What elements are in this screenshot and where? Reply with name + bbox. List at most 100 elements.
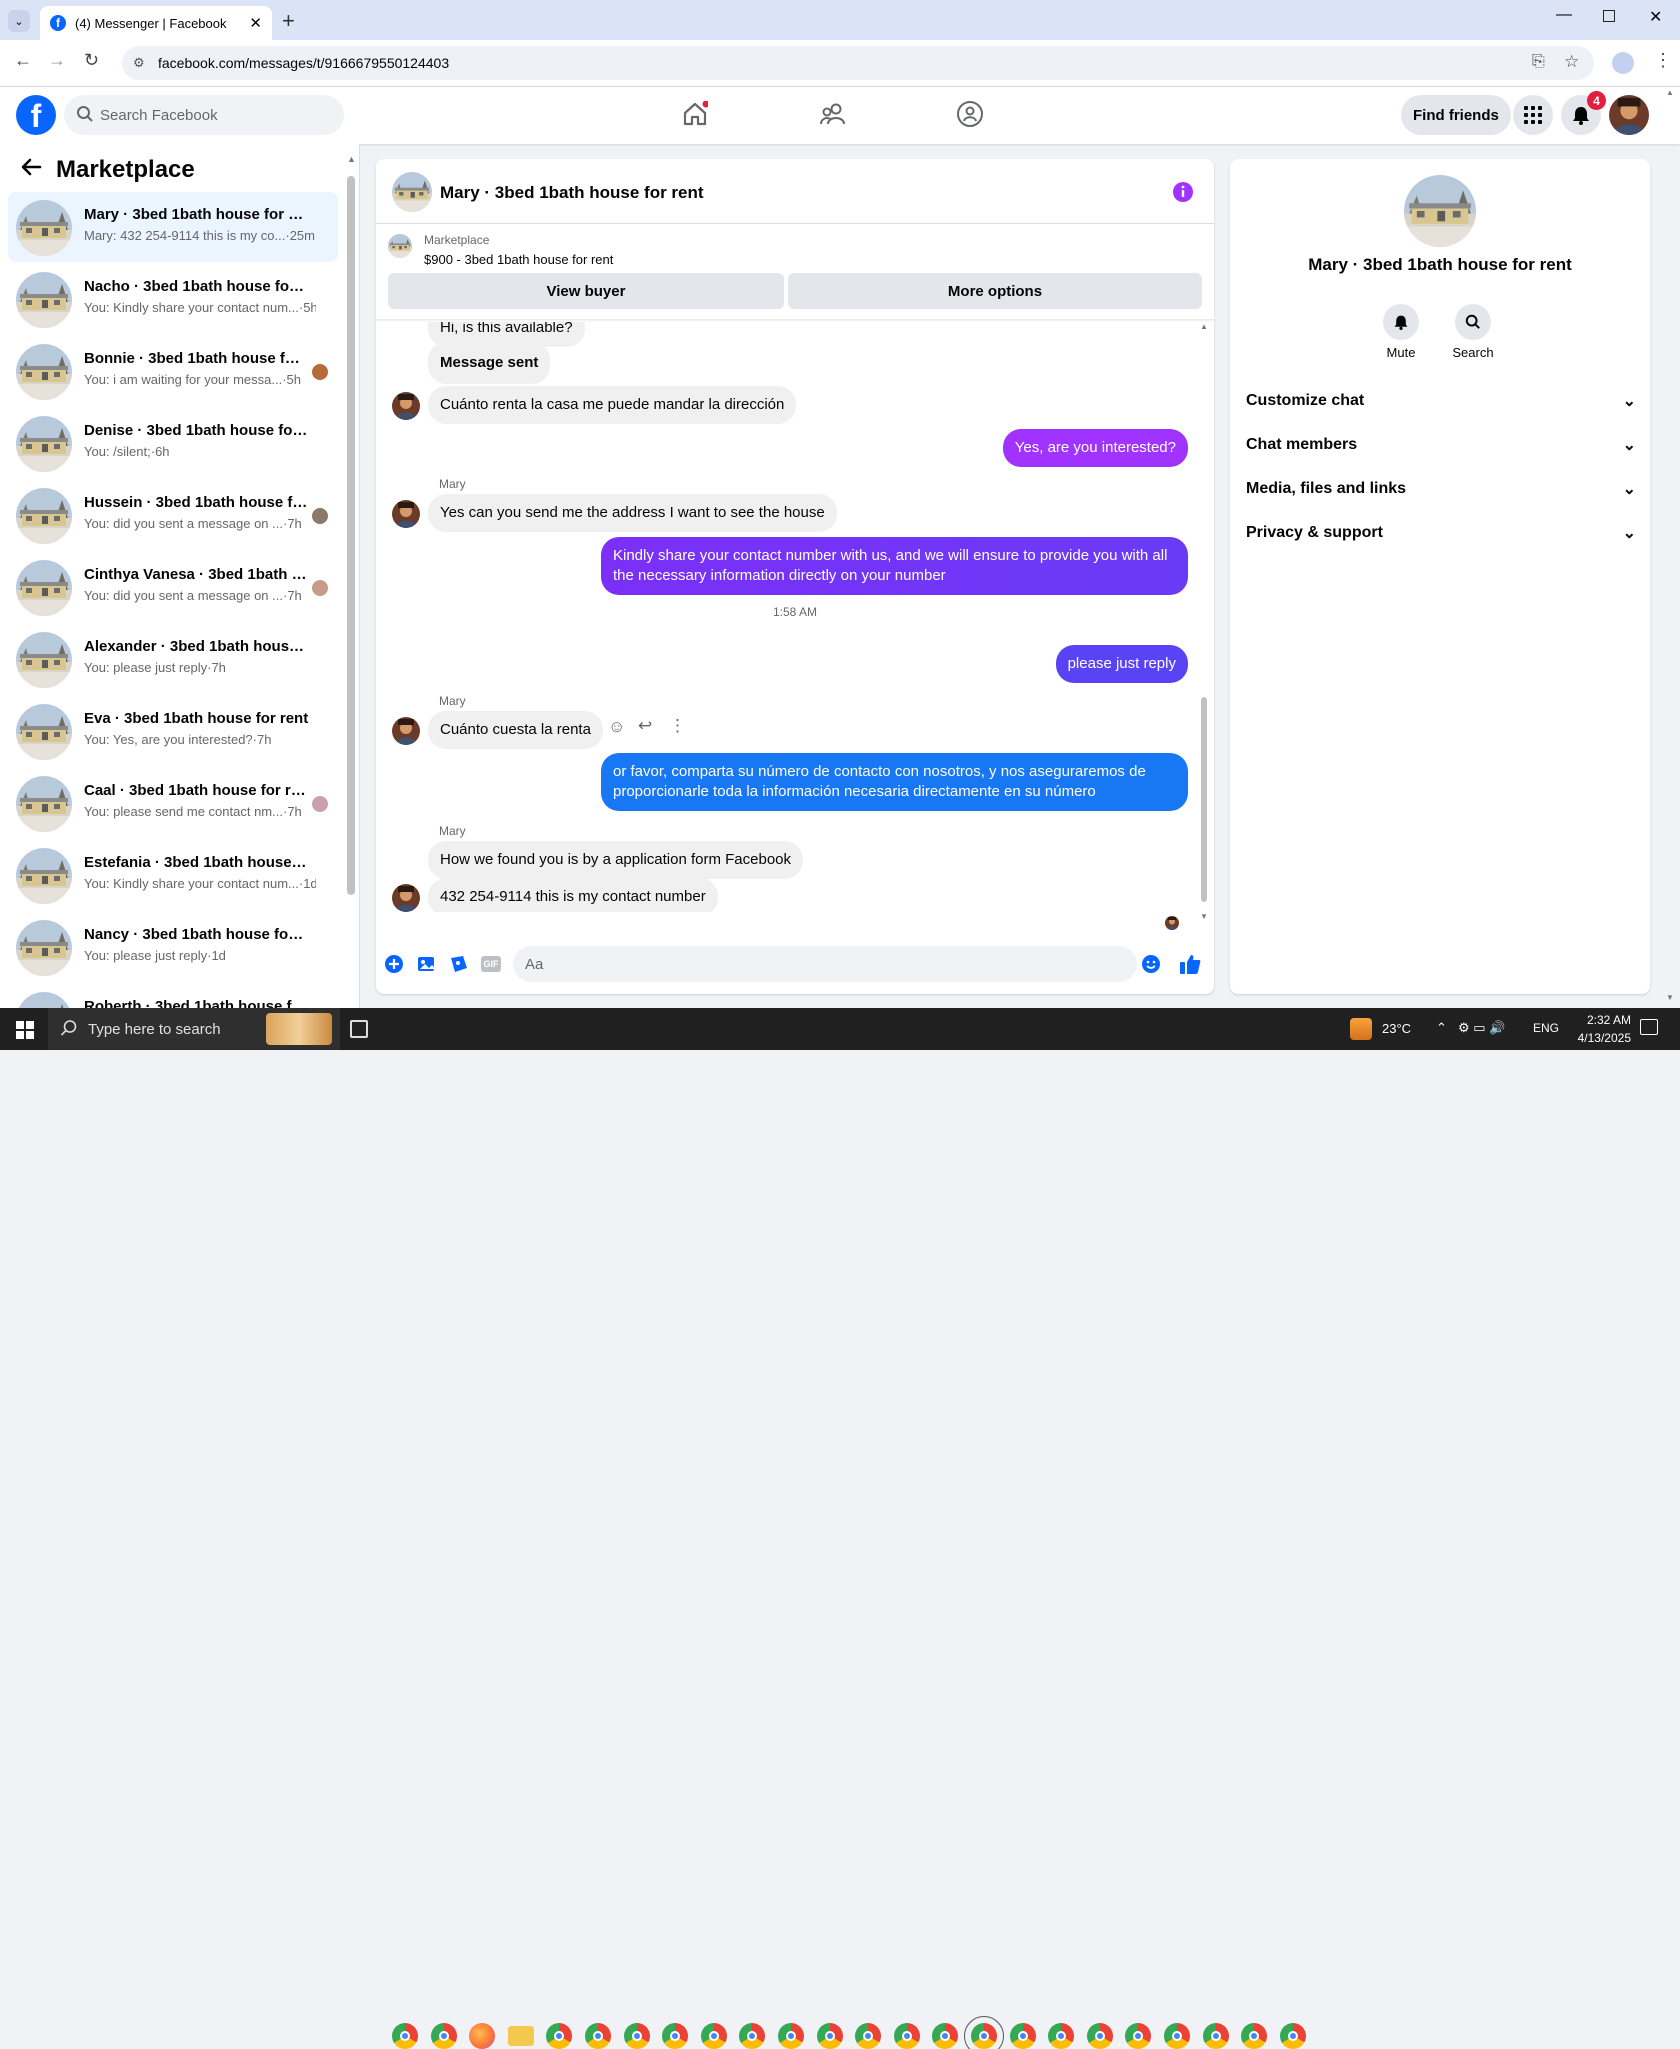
chrome-icon[interactable] [778, 2023, 804, 2049]
conversation-item[interactable]: Nacho · 3bed 1bath house for rent You: Ki… [8, 264, 338, 334]
message-sent-bubble[interactable]: Message sent [428, 342, 551, 384]
message-bubble-outgoing[interactable]: Kindly share your contact number with us… [601, 537, 1188, 595]
message-bubble-incoming[interactable]: How we found you is by a application for… [428, 841, 804, 879]
conversation-item[interactable]: Alexander · 3bed 1bath house fo... You: p… [8, 624, 338, 694]
account-avatar[interactable] [1609, 95, 1649, 135]
thread-scrollbar[interactable]: ▲ ▼ [1200, 322, 1208, 922]
chrome-icon[interactable] [392, 2023, 418, 2049]
back-arrow-icon[interactable] [20, 156, 42, 178]
search-label[interactable]: Search [1433, 345, 1513, 360]
chrome-icon[interactable] [1009, 2023, 1036, 2049]
sender-avatar[interactable] [392, 500, 420, 528]
firefox-icon[interactable] [469, 2023, 496, 2049]
windows-start-icon[interactable] [16, 1021, 34, 1039]
chat-avatar[interactable] [392, 172, 432, 212]
show-hidden-icons-chevron-icon[interactable]: ⌃ [1436, 1020, 1447, 1036]
chrome-icon[interactable] [662, 2023, 689, 2049]
site-info-icon[interactable]: ⚙ [133, 55, 145, 71]
message-bubble-outgoing[interactable]: Yes, are you interested? [1002, 429, 1188, 467]
facebook-search-input[interactable]: Search Facebook [64, 95, 344, 135]
reply-icon[interactable]: ↩ [638, 716, 652, 736]
chrome-icon[interactable] [855, 2023, 882, 2049]
conversation-item[interactable]: Caal · 3bed 1bath house for rent You: ple… [8, 768, 338, 838]
chrome-icon[interactable] [1048, 2023, 1075, 2049]
conversation-item[interactable]: Denise · 3bed 1bath house for re... You: … [8, 408, 338, 478]
chrome-icon[interactable] [585, 2023, 611, 2049]
mute-label[interactable]: Mute [1361, 345, 1441, 360]
listing-title[interactable]: $900 - 3bed 1bath house for rent [424, 252, 613, 267]
chrome-icon[interactable] [1164, 2023, 1190, 2049]
chrome-icon[interactable] [1279, 2023, 1306, 2049]
emoji-icon[interactable] [1141, 954, 1161, 974]
chrome-icon[interactable] [964, 2016, 1004, 2049]
mute-bell-icon[interactable] [1383, 304, 1419, 340]
sidebar-scrollbar[interactable]: ▲ [347, 154, 356, 1008]
back-button[interactable]: ← [14, 50, 32, 71]
chrome-icon[interactable] [546, 2023, 573, 2049]
photo-icon[interactable] [417, 954, 437, 974]
weather-icon[interactable] [1350, 1018, 1372, 1040]
install-app-icon[interactable]: ⎘ [1532, 53, 1545, 71]
home-icon[interactable] [682, 101, 708, 127]
reload-button[interactable]: ↻ [84, 50, 99, 71]
conversation-item[interactable]: Estefania · 3bed 1bath house for... You: … [8, 840, 338, 910]
conversation-item[interactable]: Mary · 3bed 1bath house for rent Mary: 43… [8, 192, 338, 262]
message-input[interactable]: Aa [513, 946, 1137, 982]
sender-avatar[interactable] [392, 717, 420, 745]
tab-close-icon[interactable]: ✕ [249, 14, 262, 32]
language-indicator[interactable]: ENG [1533, 1021, 1559, 1035]
task-view-icon[interactable] [350, 1020, 368, 1038]
chat-title[interactable]: Mary · 3bed 1bath house for rent [440, 183, 704, 203]
chrome-icon[interactable] [1241, 2023, 1268, 2049]
react-emoji-icon[interactable]: ☺ [608, 717, 625, 737]
gif-icon[interactable]: GIF [481, 956, 501, 972]
window-close-button[interactable]: ✕ [1649, 7, 1662, 27]
address-bar[interactable]: ⚙ facebook.com/messages/t/91666795501244… [122, 46, 1594, 80]
chrome-icon[interactable] [1086, 2023, 1113, 2049]
view-buyer-button[interactable]: View buyer [388, 273, 784, 309]
message-bubble-incoming[interactable]: Cuánto cuesta la renta [428, 711, 603, 749]
sender-avatar[interactable] [392, 884, 420, 912]
find-friends-button[interactable]: Find friends [1401, 95, 1511, 135]
conversation-item[interactable]: Bonnie · 3bed 1bath house for... You: i a… [8, 336, 338, 406]
chrome-icon[interactable] [623, 2023, 650, 2049]
bookmark-star-icon[interactable]: ☆ [1564, 52, 1579, 72]
info-avatar[interactable] [1404, 175, 1476, 247]
page-scrollbar[interactable]: ▲ ▼ [1666, 88, 1676, 1008]
message-bubble-incoming[interactable]: Cuánto renta la casa me puede mandar la … [428, 386, 797, 424]
chrome-icon[interactable] [700, 2023, 727, 2049]
profile-icon[interactable] [1612, 52, 1634, 74]
chrome-icon[interactable] [1202, 2023, 1229, 2049]
message-bubble-outgoing[interactable]: please just reply [1055, 645, 1188, 683]
conversation-item[interactable]: Nancy · 3bed 1bath house for rent You: pl… [8, 912, 338, 982]
info-search-icon[interactable] [1455, 304, 1491, 340]
media-files-links-section[interactable]: Media, files and links ⌄ [1246, 469, 1636, 509]
more-actions-icon[interactable]: ⋮ [669, 716, 686, 736]
system-tray-icons[interactable]: ⚙ ▭ 🔊 [1458, 1020, 1505, 1036]
add-plus-icon[interactable] [384, 954, 404, 974]
clock-time[interactable]: 2:32 AM [1571, 1013, 1631, 1027]
conversation-item[interactable]: Eva · 3bed 1bath house for rent You: Yes,… [8, 696, 338, 766]
message-bubble-incoming[interactable]: Yes can you send me the address I want t… [428, 494, 837, 532]
message-bubble-outgoing[interactable]: or favor, comparta su número de contacto… [601, 753, 1188, 811]
file-explorer-icon[interactable] [507, 2026, 534, 2046]
notification-center-icon[interactable] [1640, 1019, 1658, 1035]
chrome-icon[interactable] [739, 2023, 766, 2049]
weather-temperature[interactable]: 23°C [1382, 1021, 1411, 1036]
forward-button[interactable]: → [48, 50, 66, 71]
chrome-icon[interactable] [1125, 2023, 1152, 2049]
minimize-button[interactable]: — [1556, 6, 1572, 24]
facebook-logo-icon[interactable]: f [16, 95, 56, 135]
tab-search-button[interactable]: ⌄ [8, 10, 30, 32]
chrome-icon[interactable] [430, 2023, 457, 2049]
conversation-item[interactable]: Hussein · 3bed 1bath house fo... You: did… [8, 480, 338, 550]
message-bubble-incoming[interactable]: 432 254-9114 this is my contact number [428, 878, 718, 912]
like-thumb-icon[interactable] [1179, 953, 1201, 975]
chrome-icon[interactable] [893, 2023, 920, 2049]
sender-avatar[interactable] [392, 392, 420, 420]
chrome-icon[interactable] [932, 2023, 959, 2049]
privacy-support-section[interactable]: Privacy & support ⌄ [1246, 513, 1636, 553]
menu-grid-icon[interactable] [1513, 95, 1553, 135]
taskbar-search-box[interactable]: Type here to search [48, 1008, 340, 1050]
restore-button[interactable] [1603, 10, 1615, 22]
